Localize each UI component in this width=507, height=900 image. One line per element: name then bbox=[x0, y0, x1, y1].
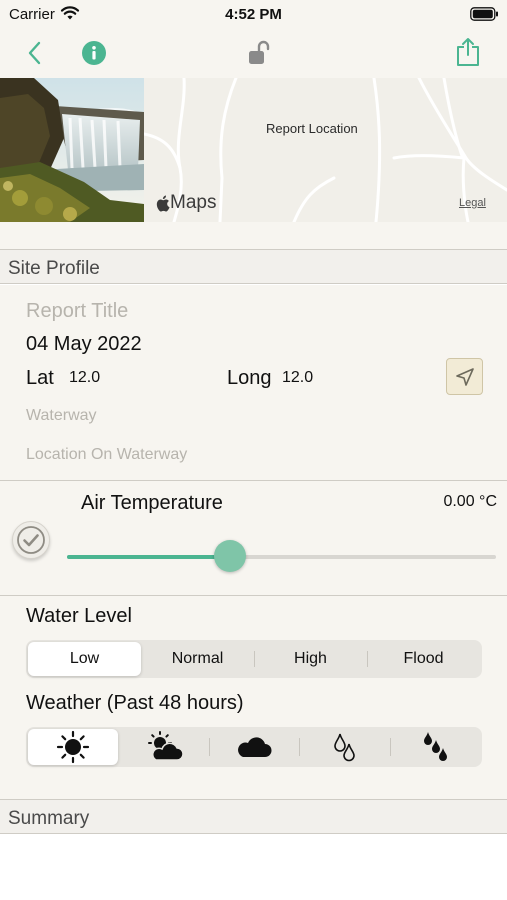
waterway-placeholder: Waterway bbox=[26, 407, 97, 424]
battery-icon bbox=[470, 7, 498, 21]
checkmark-icon bbox=[17, 526, 45, 554]
info-icon bbox=[82, 41, 106, 65]
lat-label: Lat bbox=[26, 367, 54, 389]
weather-option-cloudy[interactable] bbox=[208, 729, 299, 765]
share-button[interactable] bbox=[453, 35, 483, 69]
water-level-option-normal[interactable]: Normal bbox=[141, 642, 254, 676]
slider-fill bbox=[67, 555, 231, 559]
cloud-icon bbox=[238, 737, 272, 757]
back-chevron-icon bbox=[28, 41, 41, 65]
map-pin-label: Report Location bbox=[266, 121, 358, 136]
section-title-site-profile: Site Profile bbox=[8, 258, 100, 279]
clock: 4:52 PM bbox=[225, 6, 282, 23]
air-temperature-slider[interactable] bbox=[67, 540, 496, 572]
heavy-rain-icon bbox=[423, 732, 447, 761]
air-temperature-checkbox[interactable] bbox=[12, 521, 50, 559]
air-temperature-title: Air Temperature bbox=[81, 492, 223, 514]
site-photo[interactable] bbox=[0, 78, 144, 222]
weather-option-heavy-rain[interactable] bbox=[389, 729, 480, 765]
back-button[interactable] bbox=[20, 38, 48, 68]
maps-brand-label: Maps bbox=[170, 192, 217, 213]
summary-content bbox=[0, 835, 507, 900]
water-level-option-label: High bbox=[294, 650, 327, 667]
section-header-summary: Summary bbox=[0, 799, 507, 834]
report-title-input[interactable]: Report Title bbox=[26, 300, 128, 323]
legal-link[interactable]: Legal bbox=[459, 197, 486, 209]
share-icon bbox=[457, 38, 479, 66]
air-temperature-value: 0.00 °C bbox=[443, 493, 497, 510]
air-temperature-row: Air Temperature 0.00 °C bbox=[0, 480, 507, 596]
lat-value[interactable]: 12.0 bbox=[69, 369, 100, 387]
status-bar: Carrier 4:52 PM bbox=[0, 0, 507, 30]
water-level-option-label: Normal bbox=[171, 650, 224, 667]
info-button[interactable] bbox=[80, 39, 108, 67]
lock-button[interactable] bbox=[244, 39, 272, 67]
weather-option-partly-cloudy[interactable] bbox=[118, 729, 208, 765]
spacer bbox=[0, 222, 507, 249]
water-level-option-label: Flood bbox=[403, 650, 444, 667]
site-profile-form: Report Title 04 May 2022 Lat 12.0 Long 1… bbox=[0, 285, 507, 480]
weather-label: Weather (Past 48 hours) bbox=[26, 692, 244, 714]
nav-bar bbox=[0, 30, 507, 78]
maps-brand: Maps bbox=[156, 192, 216, 214]
light-rain-icon bbox=[334, 733, 356, 762]
partly-cloudy-icon bbox=[147, 731, 184, 761]
location-on-waterway-input[interactable]: Location On Waterway bbox=[26, 446, 187, 464]
weather-option-light-rain[interactable] bbox=[299, 729, 389, 765]
long-label: Long bbox=[227, 367, 272, 389]
section-title-summary: Summary bbox=[8, 808, 90, 829]
weather-option-sun[interactable] bbox=[28, 729, 119, 765]
report-title-placeholder: Report Title bbox=[26, 300, 129, 322]
weather-control[interactable] bbox=[26, 727, 482, 767]
locate-button[interactable] bbox=[446, 358, 483, 395]
conditions-section: Water Level Low Normal High Flood Weathe… bbox=[0, 596, 507, 799]
water-level-option-flood[interactable]: Flood bbox=[367, 642, 480, 676]
water-level-option-low[interactable]: Low bbox=[28, 642, 141, 676]
apple-logo-icon bbox=[156, 195, 170, 212]
water-level-option-label: Low bbox=[69, 650, 100, 667]
location-on-waterway-placeholder: Location On Waterway bbox=[26, 446, 188, 463]
sun-icon bbox=[57, 730, 90, 764]
section-header-site-profile: Site Profile bbox=[0, 249, 507, 284]
map-view[interactable]: Report Location Maps Legal bbox=[0, 78, 507, 222]
location-arrow-icon bbox=[455, 367, 474, 386]
long-value[interactable]: 12.0 bbox=[282, 369, 313, 387]
water-level-control[interactable]: Low Normal High Flood bbox=[26, 640, 482, 678]
water-level-label: Water Level bbox=[26, 605, 132, 627]
report-date[interactable]: 04 May 2022 bbox=[26, 333, 142, 356]
slider-thumb[interactable] bbox=[214, 540, 247, 572]
waterway-input[interactable]: Waterway bbox=[26, 407, 97, 425]
unlocked-padlock-icon bbox=[249, 40, 270, 64]
water-level-option-high[interactable]: High bbox=[254, 642, 367, 676]
